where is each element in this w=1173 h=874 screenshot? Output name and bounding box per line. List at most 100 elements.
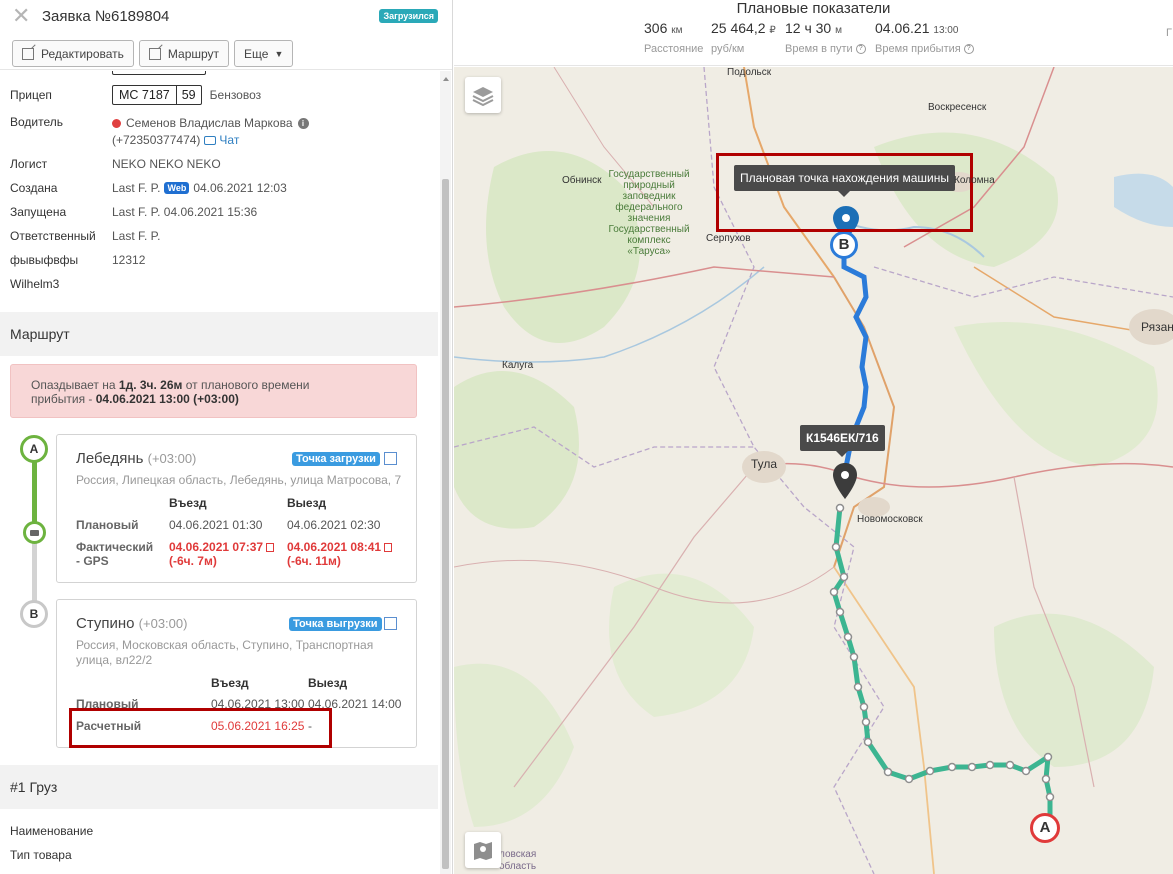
trailer-label: Прицеп [10, 88, 52, 102]
fact-label-a: Фактический [76, 540, 154, 554]
trailer-plate-region: 59 [175, 86, 201, 104]
metric-distance-unit: км [671, 25, 683, 36]
edit-icon [22, 47, 34, 60]
chat-icon [204, 136, 217, 145]
driver-name[interactable]: Семенов Владислав Маркова [126, 115, 293, 132]
fact-entry-a: 04.06.2021 07:37 [169, 540, 264, 554]
edit-point-b-icon[interactable] [384, 617, 397, 630]
metric-arrival-unit: 13:00 [933, 25, 959, 36]
custom-field-label: фывыфвфы [10, 253, 79, 267]
calculated-highlight-box [69, 708, 332, 748]
metric-distance-value: 306 [644, 20, 668, 36]
point-a-city: Лебедянь [76, 450, 144, 467]
cargo-section-title: #1 Груз [10, 779, 58, 795]
map-label-kolomna: Коломна [954, 175, 995, 186]
responsible-row: Ответственный Last F. P. [10, 229, 160, 243]
point-a-address: Россия, Липецкая область, Лебедянь, улиц… [76, 473, 402, 487]
route-marker-a[interactable]: A [1030, 813, 1060, 843]
col-exit-a: Выезд [287, 496, 327, 510]
map-label-podolsk: Подольск [727, 67, 772, 78]
more-button-label: Еще [244, 46, 269, 61]
responsible-label: Ответственный [10, 229, 96, 243]
map-label-kaluga: Калуга [502, 360, 534, 371]
alert-prefix: Опаздывает на [31, 378, 116, 392]
fact-label-a-gps: - GPS [76, 554, 109, 568]
alert-time: 04.06.2021 13:00 (+03:00) [95, 392, 239, 406]
map-icon [474, 842, 492, 860]
wilhelm-row: Wilhelm3 [10, 277, 112, 291]
col-exit-b: Выезд [308, 676, 348, 690]
layers-icon [472, 87, 494, 107]
trailer-plate: МС 7187 59 [112, 85, 202, 105]
logist-value: NEKO NEKO NEKO [112, 157, 221, 171]
route-button[interactable]: Маршрут [138, 40, 230, 67]
chat-label: Чат [219, 133, 240, 147]
plan-label-a: Плановый [76, 518, 139, 532]
request-panel: ✕ Заявка №6189804 Загрузился Редактирова… [0, 0, 453, 874]
status-badge: Загрузился [379, 9, 438, 23]
plan-exit-a: 04.06.2021 02:30 [287, 518, 381, 532]
wilhelm-label: Wilhelm3 [10, 277, 60, 291]
metric-arrival-label: Время прибытия [875, 43, 961, 55]
col-entry-a: Въезд [169, 496, 207, 510]
point-b-address-line1: Россия, Московская область, Ступино, Тра… [76, 638, 374, 652]
panel-header: ✕ Заявка №6189804 Загрузился Редактирова… [0, 0, 452, 70]
route-marker-b[interactable]: B [830, 231, 858, 259]
metric-rub-km-label: руб/км [711, 43, 745, 55]
cargo-section-header[interactable]: #1 Груз [0, 765, 438, 809]
chat-link[interactable]: Чат [204, 132, 239, 149]
calendar-icon [266, 543, 275, 552]
route-point-card-a: Лебедянь (+03:00) Точка загрузки Россия,… [56, 434, 417, 583]
trailer-plate-number: МС 7187 [119, 88, 170, 102]
logist-row: Логист NEKO NEKO NEKO [10, 157, 221, 171]
unloading-point-badge: Точка выгрузки [289, 617, 382, 631]
help-icon[interactable]: ? [855, 44, 866, 54]
fact-exit-a: 04.06.2021 08:41 [287, 540, 382, 554]
timeline-pending [32, 541, 37, 601]
alert-mid: от планового времени [185, 378, 310, 392]
metric-travel-time-value: 12 ч 30 [785, 20, 832, 36]
map-layers-button[interactable] [465, 77, 501, 113]
map-label-novomoskovsk: Новомосковск [857, 514, 923, 525]
trailer-type: Бензовоз [209, 88, 262, 102]
info-icon[interactable]: i [297, 118, 309, 129]
more-button[interactable]: Еще ▼ [234, 40, 294, 67]
calendar-icon [384, 543, 393, 552]
route-section-header[interactable]: Маршрут [0, 312, 438, 356]
close-icon[interactable]: ✕ [12, 5, 36, 27]
metric-arrival-value: 04.06.21 [875, 20, 930, 36]
plan-metrics-header: Плановые показатели 306 км Расстояние 25… [454, 0, 1173, 66]
panel-scroll-area[interactable]: Прицеп МС 7187 59 Бензовоз Водитель Семен… [0, 71, 438, 874]
driver-row: Водитель Семенов Владислав Маркова i (+7… [10, 115, 309, 149]
vehicle-pin-icon[interactable] [832, 462, 858, 500]
loading-point-badge: Точка загрузки [292, 452, 380, 466]
metric-arrival: 04.06.21 13:00 Время прибытия? [875, 20, 974, 55]
edit-button[interactable]: Редактировать [12, 40, 134, 67]
edit-point-a-icon[interactable] [384, 452, 397, 465]
delay-alert: Опаздывает на 1д. 3ч. 26м от планового в… [10, 364, 417, 418]
started-label: Запущена [10, 205, 67, 219]
cargo-name-label: Наименование [10, 824, 94, 838]
panel-scrollbar[interactable] [440, 71, 451, 874]
logist-label: Логист [10, 157, 48, 171]
map-label-tula: Тула [751, 457, 778, 471]
cargo-type-label: Тип товара [10, 848, 72, 862]
point-b-tz: (+03:00) [138, 616, 188, 631]
created-by: Last F. P. [112, 181, 161, 195]
plan-metrics-title: Плановые показатели [736, 0, 891, 17]
created-date: 04.06.2021 12:03 [193, 181, 287, 195]
fact-entry-a-diff: (-6ч. 7м) [169, 554, 217, 568]
route-button-label: Маршрут [167, 46, 220, 61]
planned-location-highlight-box [716, 153, 973, 232]
metric-distance-label: Расстояние [644, 43, 704, 55]
point-b-marker: B [20, 600, 48, 628]
map-label-voskresensk: Воскресенск [928, 102, 987, 113]
scroll-up-arrow-icon[interactable] [443, 77, 449, 81]
route-section-title: Маршрут [10, 326, 70, 342]
map-type-button[interactable] [465, 832, 501, 868]
scrollbar-thumb[interactable] [442, 179, 449, 869]
custom-field-row: фывыфвфы 12312 [10, 253, 145, 267]
route-map[interactable]: B A Плановая точка нахождения машины К15… [454, 67, 1173, 874]
help-icon[interactable]: ? [963, 44, 974, 54]
alert-delay: 1д. 3ч. 26м [118, 378, 183, 392]
